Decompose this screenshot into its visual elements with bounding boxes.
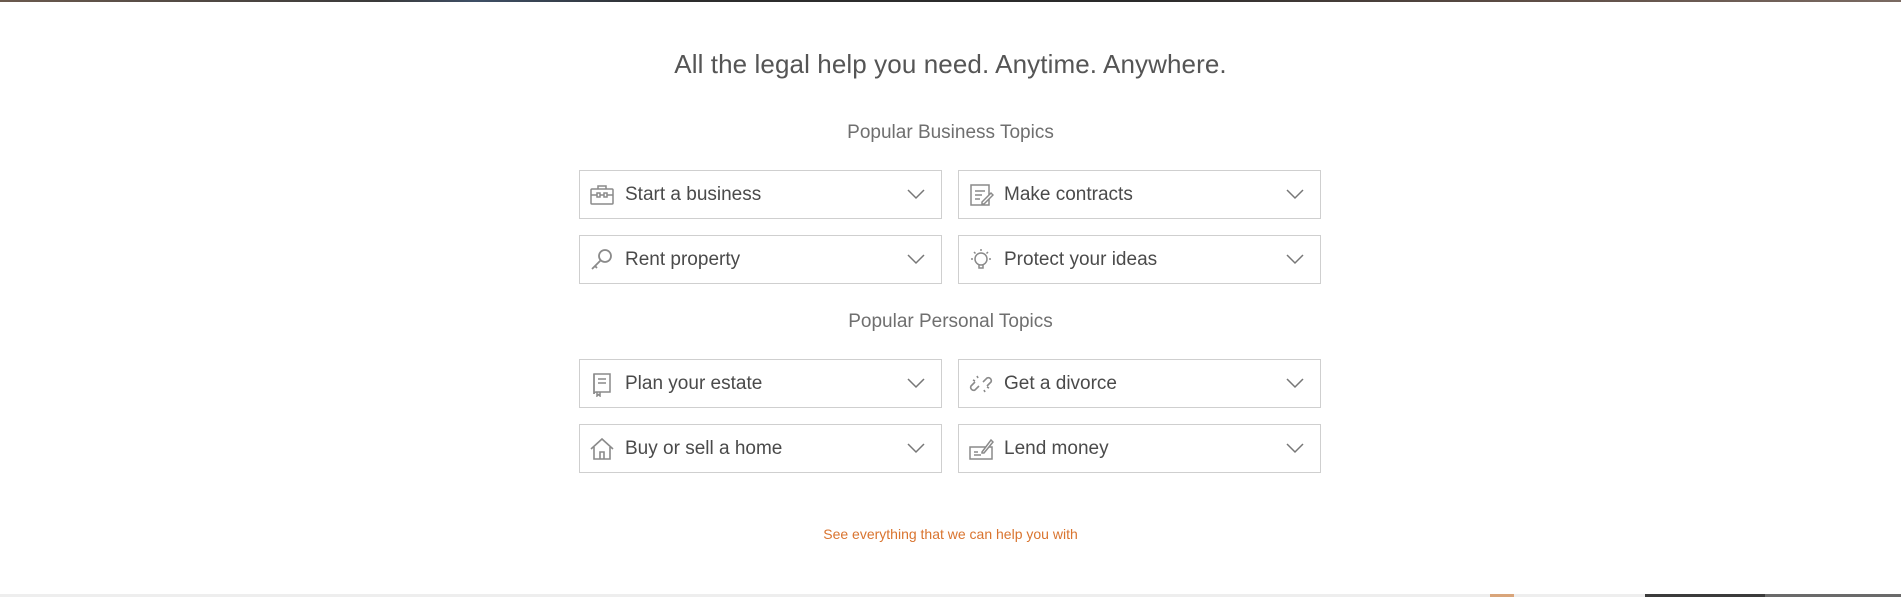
topic-label: Start a business xyxy=(625,184,762,205)
chevron-down-icon xyxy=(1286,377,1304,389)
topic-buy-or-sell-a-home[interactable]: Buy or sell a home xyxy=(579,424,942,473)
chevron-down-icon xyxy=(907,377,925,389)
topic-protect-your-ideas[interactable]: Protect your ideas xyxy=(958,235,1321,284)
topic-start-a-business[interactable]: Start a business xyxy=(579,170,942,219)
topic-label: Rent property xyxy=(625,249,741,270)
broken-link-icon xyxy=(968,371,994,397)
topic-label: Buy or sell a home xyxy=(625,438,783,459)
book-icon xyxy=(589,371,615,397)
topic-lend-money[interactable]: Lend money xyxy=(958,424,1321,473)
topic-label: Plan your estate xyxy=(625,373,763,394)
topic-label: Lend money xyxy=(1004,438,1109,459)
document-edit-icon xyxy=(968,182,994,208)
chevron-down-icon xyxy=(1286,188,1304,200)
personal-topics-title: Popular Personal Topics xyxy=(848,311,1053,332)
key-icon xyxy=(589,247,615,273)
lightbulb-icon xyxy=(968,247,994,273)
house-icon xyxy=(589,436,615,462)
business-topics-title: Popular Business Topics xyxy=(847,122,1054,143)
chevron-down-icon xyxy=(907,253,925,265)
top-image-strip xyxy=(0,0,1901,2)
see-everything-link[interactable]: See everything that we can help you with xyxy=(0,526,1901,542)
topic-label: Get a divorce xyxy=(1004,373,1117,394)
topic-label: Protect your ideas xyxy=(1004,249,1158,270)
topic-get-a-divorce[interactable]: Get a divorce xyxy=(958,359,1321,408)
briefcase-icon xyxy=(589,182,615,208)
chevron-down-icon xyxy=(907,442,925,454)
check-signing-icon xyxy=(968,436,994,462)
chevron-down-icon xyxy=(907,188,925,200)
chevron-down-icon xyxy=(1286,442,1304,454)
topic-plan-your-estate[interactable]: Plan your estate xyxy=(579,359,942,408)
page-headline: All the legal help you need. Anytime. An… xyxy=(674,49,1227,79)
topic-label: Make contracts xyxy=(1004,184,1133,205)
topic-rent-property[interactable]: Rent property xyxy=(579,235,942,284)
page: All the legal help you need. Anytime. An… xyxy=(0,0,1901,597)
chevron-down-icon xyxy=(1286,253,1304,265)
topic-make-contracts[interactable]: Make contracts xyxy=(958,170,1321,219)
